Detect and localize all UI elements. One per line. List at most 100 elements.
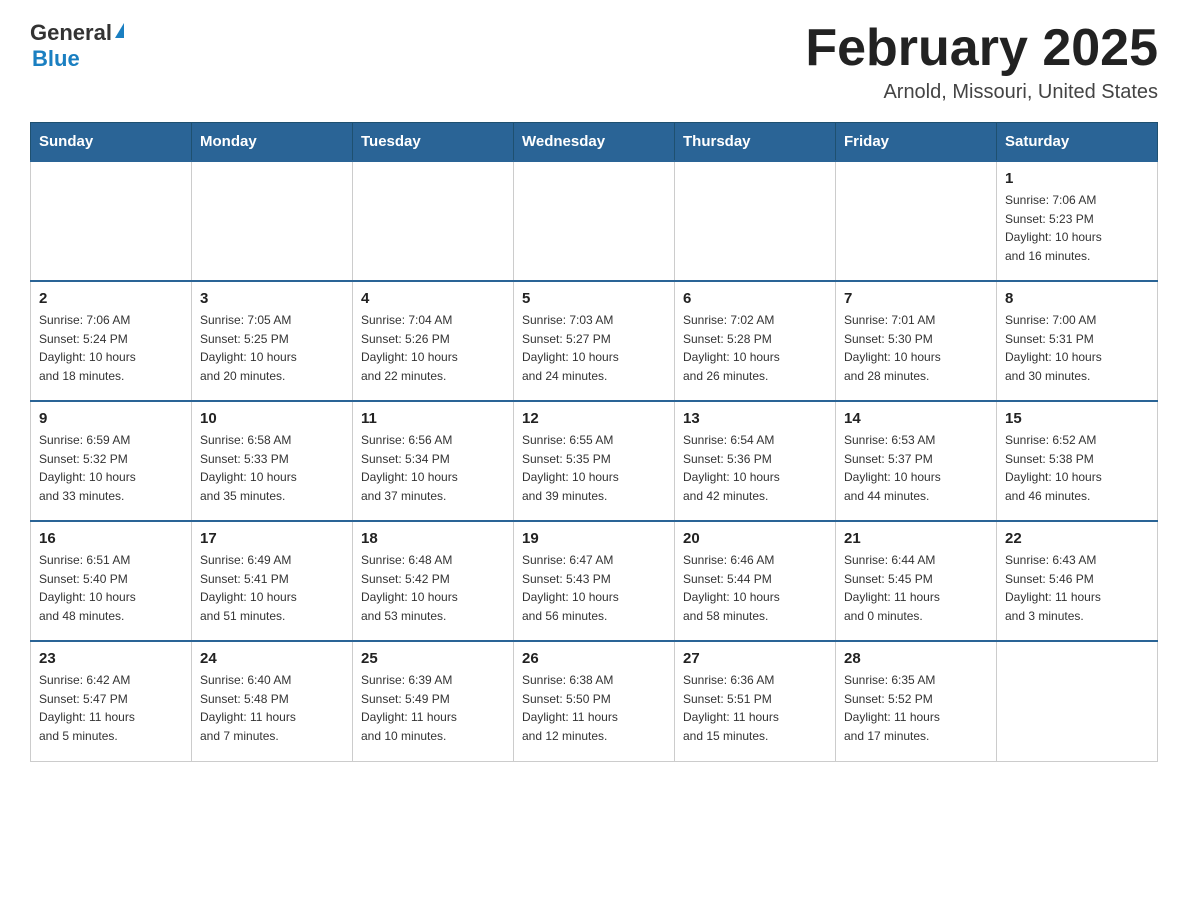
calendar-cell (353, 161, 514, 281)
day-number: 8 (1005, 290, 1149, 307)
day-number: 21 (844, 530, 988, 547)
page-header: General Blue February 2025 Arnold, Misso… (30, 20, 1158, 104)
day-number: 9 (39, 410, 183, 427)
calendar-cell: 24 Sunrise: 6:40 AM Sunset: 5:48 PM Dayli… (192, 641, 353, 761)
calendar-cell: 15Sunrise: 6:52 AM Sunset: 5:38 PM Dayli… (997, 401, 1158, 521)
calendar-cell: 16 Sunrise: 6:51 AM Sunset: 5:40 PM Dayli… (31, 521, 192, 641)
day-info: Sunrise: 7:06 AM Sunset: 5:23 PM Dayligh… (1005, 191, 1149, 265)
day-number: 10 (200, 410, 344, 427)
day-info: Sunrise: 6:36 AM Sunset: 5:51 PM Dayligh… (683, 671, 827, 745)
day-number: 6 (683, 290, 827, 307)
calendar-cell (675, 161, 836, 281)
day-info: Sunrise: 6:46 AM Sunset: 5:44 PM Dayligh… (683, 551, 827, 625)
day-number: 17 (200, 530, 344, 547)
calendar-header-friday: Friday (836, 123, 997, 162)
calendar-cell (31, 161, 192, 281)
calendar-week-2: 2 Sunrise: 7:06 AM Sunset: 5:24 PM Daylig… (31, 281, 1158, 401)
title-block: February 2025 Arnold, Missouri, United S… (805, 20, 1158, 104)
day-number: 26 (522, 650, 666, 667)
day-number: 12 (522, 410, 666, 427)
calendar-cell: 5Sunrise: 7:03 AM Sunset: 5:27 PM Daylig… (514, 281, 675, 401)
calendar-cell: 26 Sunrise: 6:38 AM Sunset: 5:50 PM Dayli… (514, 641, 675, 761)
day-number: 27 (683, 650, 827, 667)
day-info: Sunrise: 6:44 AM Sunset: 5:45 PM Dayligh… (844, 551, 988, 625)
calendar-header-saturday: Saturday (997, 123, 1158, 162)
day-number: 25 (361, 650, 505, 667)
day-info: Sunrise: 6:47 AM Sunset: 5:43 PM Dayligh… (522, 551, 666, 625)
day-info: Sunrise: 6:58 AM Sunset: 5:33 PM Dayligh… (200, 431, 344, 505)
day-info: Sunrise: 6:55 AM Sunset: 5:35 PM Dayligh… (522, 431, 666, 505)
calendar-cell: 28 Sunrise: 6:35 AM Sunset: 5:52 PM Dayli… (836, 641, 997, 761)
calendar-cell: 6 Sunrise: 7:02 AM Sunset: 5:28 PM Daylig… (675, 281, 836, 401)
day-number: 24 (200, 650, 344, 667)
calendar-cell: 4Sunrise: 7:04 AM Sunset: 5:26 PM Daylig… (353, 281, 514, 401)
calendar-cell: 17 Sunrise: 6:49 AM Sunset: 5:41 PM Dayli… (192, 521, 353, 641)
calendar-week-4: 16 Sunrise: 6:51 AM Sunset: 5:40 PM Dayli… (31, 521, 1158, 641)
day-info: Sunrise: 6:51 AM Sunset: 5:40 PM Dayligh… (39, 551, 183, 625)
day-info: Sunrise: 6:35 AM Sunset: 5:52 PM Dayligh… (844, 671, 988, 745)
calendar-cell: 22 Sunrise: 6:43 AM Sunset: 5:46 PM Dayli… (997, 521, 1158, 641)
calendar-week-1: 1 Sunrise: 7:06 AM Sunset: 5:23 PM Daylig… (31, 161, 1158, 281)
calendar-cell: 20 Sunrise: 6:46 AM Sunset: 5:44 PM Dayli… (675, 521, 836, 641)
day-info: Sunrise: 6:54 AM Sunset: 5:36 PM Dayligh… (683, 431, 827, 505)
calendar-cell: 14 Sunrise: 6:53 AM Sunset: 5:37 PM Dayli… (836, 401, 997, 521)
day-info: Sunrise: 6:43 AM Sunset: 5:46 PM Dayligh… (1005, 551, 1149, 625)
day-info: Sunrise: 6:48 AM Sunset: 5:42 PM Dayligh… (361, 551, 505, 625)
day-number: 11 (361, 410, 505, 427)
location-title: Arnold, Missouri, United States (805, 81, 1158, 104)
day-info: Sunrise: 6:53 AM Sunset: 5:37 PM Dayligh… (844, 431, 988, 505)
month-title: February 2025 (805, 20, 1158, 77)
calendar-cell: 10 Sunrise: 6:58 AM Sunset: 5:33 PM Dayli… (192, 401, 353, 521)
calendar-cell: 8 Sunrise: 7:00 AM Sunset: 5:31 PM Daylig… (997, 281, 1158, 401)
day-number: 22 (1005, 530, 1149, 547)
day-info: Sunrise: 6:49 AM Sunset: 5:41 PM Dayligh… (200, 551, 344, 625)
day-info: Sunrise: 7:01 AM Sunset: 5:30 PM Dayligh… (844, 311, 988, 385)
calendar-header-monday: Monday (192, 123, 353, 162)
calendar-cell: 13 Sunrise: 6:54 AM Sunset: 5:36 PM Dayli… (675, 401, 836, 521)
day-info: Sunrise: 7:05 AM Sunset: 5:25 PM Dayligh… (200, 311, 344, 385)
day-info: Sunrise: 7:00 AM Sunset: 5:31 PM Dayligh… (1005, 311, 1149, 385)
calendar-week-3: 9 Sunrise: 6:59 AM Sunset: 5:32 PM Daylig… (31, 401, 1158, 521)
day-number: 2 (39, 290, 183, 307)
day-number: 19 (522, 530, 666, 547)
calendar-cell (192, 161, 353, 281)
calendar-cell: 3 Sunrise: 7:05 AM Sunset: 5:25 PM Daylig… (192, 281, 353, 401)
day-number: 28 (844, 650, 988, 667)
day-number: 5 (522, 290, 666, 307)
day-number: 13 (683, 410, 827, 427)
day-info: Sunrise: 6:42 AM Sunset: 5:47 PM Dayligh… (39, 671, 183, 745)
logo: General Blue (30, 20, 124, 72)
day-info: Sunrise: 6:39 AM Sunset: 5:49 PM Dayligh… (361, 671, 505, 745)
day-number: 14 (844, 410, 988, 427)
calendar-cell: 27 Sunrise: 6:36 AM Sunset: 5:51 PM Dayli… (675, 641, 836, 761)
calendar-cell: 12 Sunrise: 6:55 AM Sunset: 5:35 PM Dayli… (514, 401, 675, 521)
day-number: 4 (361, 290, 505, 307)
logo-triangle-icon (115, 23, 124, 38)
day-number: 20 (683, 530, 827, 547)
day-info: Sunrise: 6:38 AM Sunset: 5:50 PM Dayligh… (522, 671, 666, 745)
day-number: 3 (200, 290, 344, 307)
day-number: 7 (844, 290, 988, 307)
calendar-header-row: SundayMondayTuesdayWednesdayThursdayFrid… (31, 123, 1158, 162)
day-info: Sunrise: 7:02 AM Sunset: 5:28 PM Dayligh… (683, 311, 827, 385)
day-number: 1 (1005, 170, 1149, 187)
calendar-cell: 7 Sunrise: 7:01 AM Sunset: 5:30 PM Daylig… (836, 281, 997, 401)
day-info: Sunrise: 7:06 AM Sunset: 5:24 PM Dayligh… (39, 311, 183, 385)
calendar-table: SundayMondayTuesdayWednesdayThursdayFrid… (30, 122, 1158, 762)
calendar-header-tuesday: Tuesday (353, 123, 514, 162)
calendar-week-5: 23Sunrise: 6:42 AM Sunset: 5:47 PM Dayli… (31, 641, 1158, 761)
calendar-cell: 18 Sunrise: 6:48 AM Sunset: 5:42 PM Dayli… (353, 521, 514, 641)
day-info: Sunrise: 6:59 AM Sunset: 5:32 PM Dayligh… (39, 431, 183, 505)
day-number: 16 (39, 530, 183, 547)
day-info: Sunrise: 6:56 AM Sunset: 5:34 PM Dayligh… (361, 431, 505, 505)
day-info: Sunrise: 6:40 AM Sunset: 5:48 PM Dayligh… (200, 671, 344, 745)
calendar-header-wednesday: Wednesday (514, 123, 675, 162)
calendar-cell (514, 161, 675, 281)
calendar-cell: 11 Sunrise: 6:56 AM Sunset: 5:34 PM Dayli… (353, 401, 514, 521)
calendar-cell: 1 Sunrise: 7:06 AM Sunset: 5:23 PM Daylig… (997, 161, 1158, 281)
calendar-cell: 9 Sunrise: 6:59 AM Sunset: 5:32 PM Daylig… (31, 401, 192, 521)
day-info: Sunrise: 6:52 AM Sunset: 5:38 PM Dayligh… (1005, 431, 1149, 505)
calendar-cell: 2 Sunrise: 7:06 AM Sunset: 5:24 PM Daylig… (31, 281, 192, 401)
day-number: 18 (361, 530, 505, 547)
calendar-cell: 23Sunrise: 6:42 AM Sunset: 5:47 PM Dayli… (31, 641, 192, 761)
